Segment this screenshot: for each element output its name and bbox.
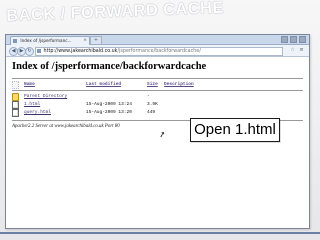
tab-strip: Index of /jsperformanc... × + — [6, 35, 309, 45]
new-tab-button[interactable]: + — [90, 36, 102, 44]
window-controls — [281, 36, 306, 43]
slide-title: BACK / FORWARD CACHE — [6, 0, 225, 25]
top-rule — [12, 78, 303, 79]
parent-directory-link[interactable]: Parent Directory — [24, 93, 82, 101]
row-size: 3.9K — [147, 102, 158, 107]
row-modified: 15-Aug-2009 13:20 — [86, 110, 132, 115]
row-icon — [12, 109, 20, 118]
page-heading: Index of /jsperformance/backforwardcache — [12, 61, 207, 72]
table-row: 1.html 15-Aug-2009 13:24 3.9K — [12, 101, 303, 109]
file-link-query-html[interactable]: query.html — [24, 109, 82, 117]
reload-icon[interactable]: ↻ — [25, 47, 34, 56]
header-icon — [12, 81, 20, 90]
blank-icon — [12, 81, 19, 89]
minimize-icon[interactable] — [281, 36, 288, 43]
address-favicon-icon — [37, 48, 41, 53]
sort-name-link[interactable]: Name — [24, 81, 82, 89]
listing-header: Name Last modified Size Description — [12, 81, 303, 89]
table-row: query.html 15-Aug-2009 13:20 449 — [12, 109, 303, 117]
close-tab-icon[interactable]: × — [83, 37, 87, 45]
footer-line — [0, 232, 320, 234]
file-link-1-html[interactable]: 1.html — [24, 101, 82, 109]
sort-modified-link[interactable]: Last modified — [86, 81, 140, 89]
file-icon — [12, 101, 19, 109]
menu-icon[interactable]: ≡ — [298, 47, 305, 54]
tab-title: Index of /jsperformanc... — [20, 38, 72, 43]
address-host: http://www.jakearchibald.co.uk — [43, 49, 118, 54]
table-row: Parent Directory - — [12, 93, 303, 101]
row-size: - — [147, 94, 150, 99]
callout-label: Open 1.html — [190, 118, 280, 142]
mouse-cursor-icon: ➚ — [157, 129, 167, 140]
sort-description-link[interactable]: Description — [164, 81, 204, 89]
browser-tab[interactable]: Index of /jsperformanc... × — [10, 36, 90, 45]
address-path: /jsperformance/backforwardcache/ — [117, 49, 201, 54]
browser-toolbar: ◀ ▶ ↻ http://www.jakearchibald.co.uk/jsp… — [6, 45, 309, 57]
header-rule — [12, 90, 303, 91]
tab-favicon-icon — [13, 39, 17, 43]
address-bar[interactable]: http://www.jakearchibald.co.uk/jsperform… — [35, 47, 283, 56]
star-icon[interactable]: ☆ — [289, 47, 296, 54]
page-content: Index of /jsperformance/backforwardcache… — [6, 57, 309, 228]
maximize-icon[interactable] — [290, 36, 297, 43]
slide: BACK / FORWARD CACHE Index of /jsperform… — [0, 0, 320, 240]
row-modified: 15-Aug-2009 13:24 — [86, 102, 132, 107]
row-size: 449 — [147, 110, 156, 115]
file-icon — [12, 109, 19, 117]
folder-icon — [12, 93, 19, 101]
close-window-icon[interactable] — [299, 36, 306, 43]
sort-size-link[interactable]: Size — [147, 81, 161, 89]
